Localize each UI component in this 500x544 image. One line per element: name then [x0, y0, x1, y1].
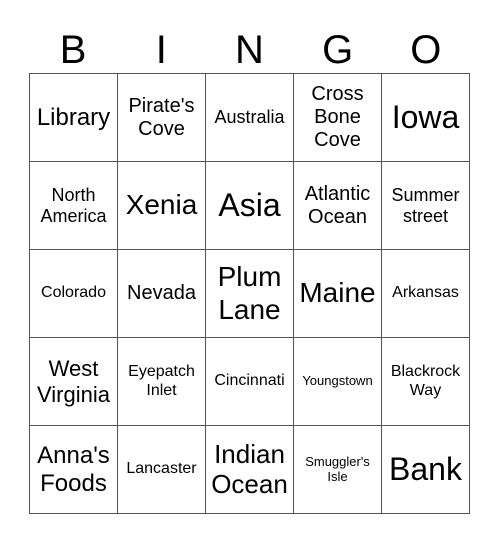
bingo-cell[interactable]: Bank: [382, 426, 470, 514]
bingo-cell[interactable]: Pirate's Cove: [118, 74, 206, 162]
bingo-cell[interactable]: Anna's Foods: [30, 426, 118, 514]
bingo-cell[interactable]: Xenia: [118, 162, 206, 250]
bingo-cell[interactable]: Blackrock Way: [382, 338, 470, 426]
bingo-cell[interactable]: Lancaster: [118, 426, 206, 514]
bingo-cell[interactable]: Summer street: [382, 162, 470, 250]
bingo-cell[interactable]: Colorado: [30, 250, 118, 338]
header-letter-n: N: [235, 28, 264, 72]
bingo-cell[interactable]: Library: [30, 74, 118, 162]
bingo-cell[interactable]: Eyepatch Inlet: [118, 338, 206, 426]
bingo-cell[interactable]: North America: [30, 162, 118, 250]
bingo-cell[interactable]: Iowa: [382, 74, 470, 162]
bingo-cell[interactable]: Arkansas: [382, 250, 470, 338]
bingo-grid: Library Pirate's Cove Australia Cross Bone …: [29, 73, 470, 514]
header-letter-i: I: [155, 28, 167, 72]
bingo-cell[interactable]: Atlantic Ocean: [294, 162, 382, 250]
header-letter-o: O: [410, 28, 442, 72]
bingo-header: B I N G O: [29, 28, 470, 73]
bingo-cell[interactable]: Indian Ocean: [206, 426, 294, 514]
bingo-cell[interactable]: Cross Bone Cove: [294, 74, 382, 162]
bingo-cell[interactable]: Cincinnati: [206, 338, 294, 426]
bingo-cell[interactable]: Australia: [206, 74, 294, 162]
bingo-cell[interactable]: Nevada: [118, 250, 206, 338]
bingo-cell[interactable]: Plum Lane: [206, 250, 294, 338]
header-letter-g: G: [322, 28, 354, 72]
bingo-cell[interactable]: Youngstown: [294, 338, 382, 426]
bingo-cell[interactable]: Smuggler's Isle: [294, 426, 382, 514]
bingo-cell[interactable]: Asia: [206, 162, 294, 250]
bingo-cell[interactable]: Maine: [294, 250, 382, 338]
header-letter-b: B: [59, 28, 87, 72]
bingo-cell[interactable]: West Virginia: [30, 338, 118, 426]
